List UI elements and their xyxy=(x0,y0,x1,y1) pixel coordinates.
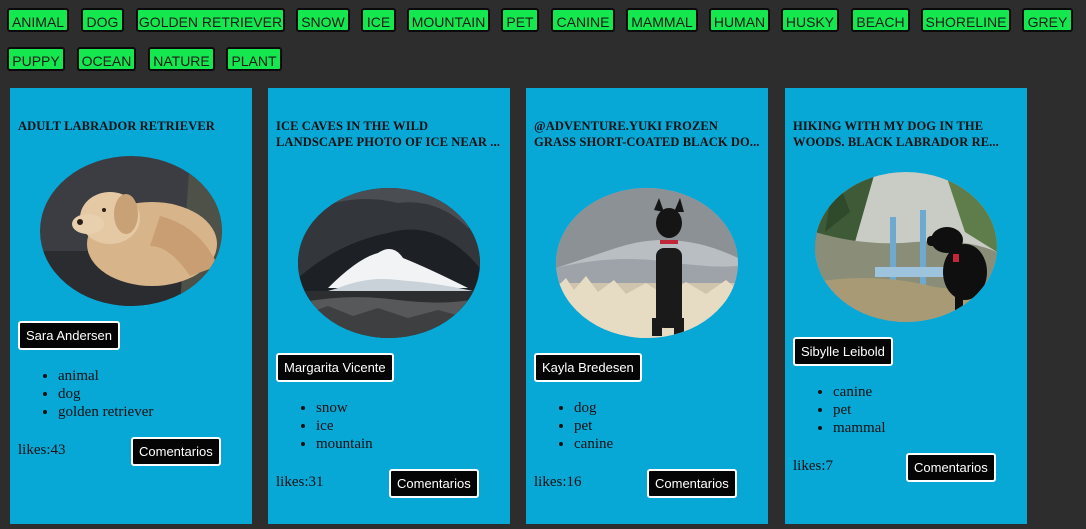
list-item: mountain xyxy=(316,435,373,453)
author-button[interactable]: Margarita Vicente xyxy=(276,353,394,382)
list-item: snow xyxy=(316,399,373,417)
author-button[interactable]: Sibylle Leibold xyxy=(793,337,893,366)
card-photo[interactable] xyxy=(556,188,738,338)
likes-count: likes:31 xyxy=(276,474,324,490)
tag-button-plant[interactable]: PLANT xyxy=(226,47,282,71)
card-tags-list: dog pet canine xyxy=(534,399,613,453)
photo-card: @ADVENTURE.YUKI FROZEN GRASS SHORT-COATE… xyxy=(526,88,768,524)
comments-button[interactable]: Comentarios xyxy=(647,469,737,498)
tag-button-canine[interactable]: CANINE xyxy=(551,8,615,32)
list-item: golden retriever xyxy=(58,403,153,421)
list-item: dog xyxy=(574,399,613,417)
tag-button-husky[interactable]: HUSKY xyxy=(781,8,839,32)
list-item: ice xyxy=(316,417,373,435)
card-photo[interactable] xyxy=(298,188,480,338)
list-item: dog xyxy=(58,385,153,403)
card-title: @ADVENTURE.YUKI FROZEN GRASS SHORT-COATE… xyxy=(534,119,760,149)
list-item: animal xyxy=(58,367,153,385)
card-title: ICE CAVES IN THE WILD LANDSCAPE PHOTO OF… xyxy=(276,119,500,149)
tag-filter-bar: ANIMAL DOG GOLDEN RETRIEVER SNOW ICE MOU… xyxy=(0,0,1086,88)
tag-button-grey[interactable]: GREY xyxy=(1022,8,1073,32)
likes-count: likes:43 xyxy=(18,442,66,458)
tag-button-nature[interactable]: NATURE xyxy=(148,47,215,71)
comments-button[interactable]: Comentarios xyxy=(389,469,479,498)
likes-count: likes:16 xyxy=(534,474,582,490)
list-item: mammal xyxy=(833,419,886,437)
comments-button[interactable]: Comentarios xyxy=(131,437,221,466)
tag-button-ocean[interactable]: OCEAN xyxy=(77,47,136,71)
list-item: canine xyxy=(833,383,886,401)
tag-button-pet[interactable]: PET xyxy=(501,8,539,32)
tag-button-animal[interactable]: ANIMAL xyxy=(7,8,69,32)
card-photo[interactable] xyxy=(815,172,997,322)
tag-button-ice[interactable]: ICE xyxy=(361,8,396,32)
list-item: canine xyxy=(574,435,613,453)
author-button[interactable]: Kayla Bredesen xyxy=(534,353,642,382)
card-title: ADULT LABRADOR RETRIEVER xyxy=(18,119,215,133)
card-tags-list: canine pet mammal xyxy=(793,383,886,437)
tag-button-dog[interactable]: DOG xyxy=(81,8,124,32)
tag-button-shoreline[interactable]: SHORELINE xyxy=(921,8,1011,32)
likes-count: likes:7 xyxy=(793,458,833,474)
list-item: pet xyxy=(574,417,613,435)
list-item: pet xyxy=(833,401,886,419)
tag-button-mountain[interactable]: MOUNTAIN xyxy=(407,8,490,32)
tag-button-human[interactable]: HUMAN xyxy=(709,8,770,32)
card-title: HIKING WITH MY DOG IN THE WOODS. BLACK L… xyxy=(793,119,999,149)
photo-card: HIKING WITH MY DOG IN THE WOODS. BLACK L… xyxy=(785,88,1027,524)
card-tags-list: animal dog golden retriever xyxy=(18,367,153,421)
card-tags-list: snow ice mountain xyxy=(276,399,373,453)
tag-button-golden-retriever[interactable]: GOLDEN RETRIEVER xyxy=(136,8,285,32)
tag-button-snow[interactable]: SNOW xyxy=(296,8,350,32)
tag-button-puppy[interactable]: PUPPY xyxy=(7,47,65,71)
photo-card: ICE CAVES IN THE WILD LANDSCAPE PHOTO OF… xyxy=(268,88,510,524)
card-photo[interactable] xyxy=(40,156,222,306)
author-button[interactable]: Sara Andersen xyxy=(18,321,121,350)
photo-card: ADULT LABRADOR RETRIEVER Sara Andersen a… xyxy=(10,88,252,524)
tag-button-mammal[interactable]: MAMMAL xyxy=(626,8,698,32)
comments-button[interactable]: Comentarios xyxy=(906,453,996,482)
tag-button-beach[interactable]: BEACH xyxy=(851,8,910,32)
